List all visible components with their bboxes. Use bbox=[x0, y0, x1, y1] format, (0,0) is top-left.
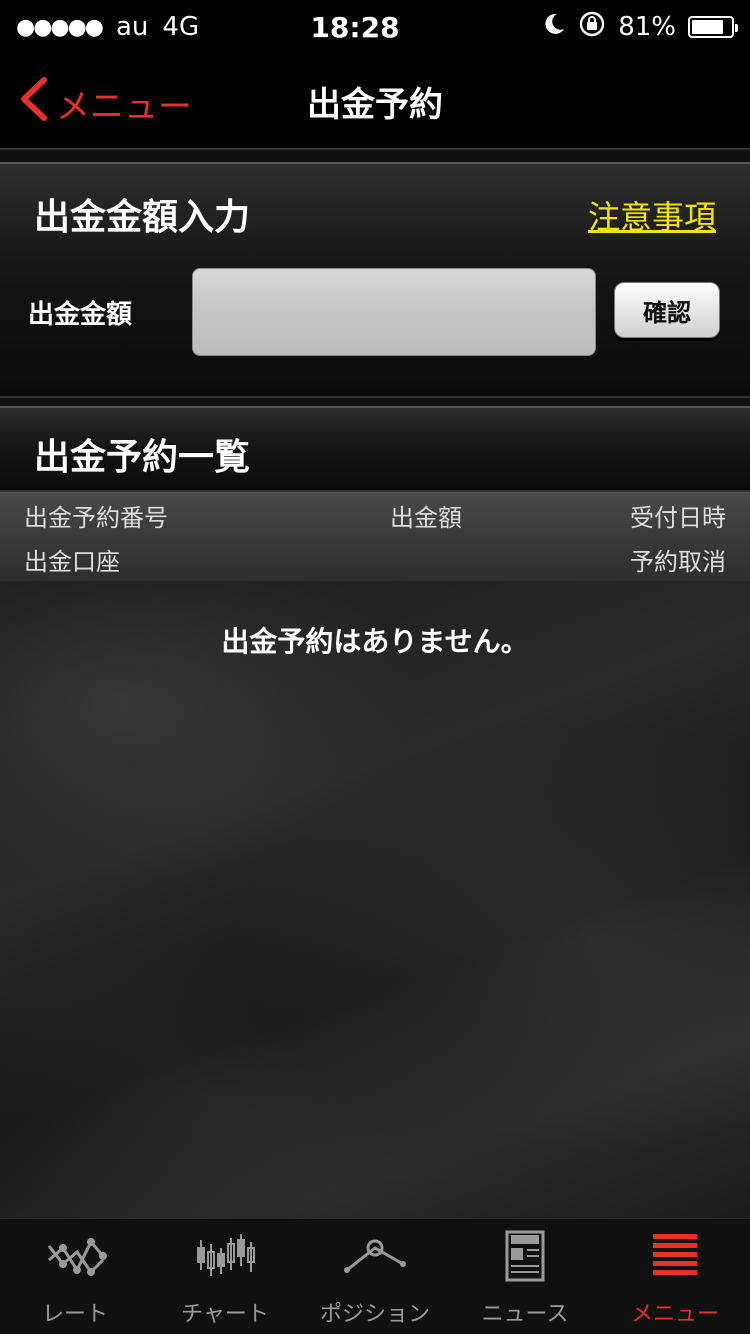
rate-icon bbox=[43, 1230, 107, 1284]
tab-label: ポジション bbox=[319, 1302, 430, 1327]
background-swirl bbox=[0, 580, 750, 1220]
column-cancel: 予約取消 bbox=[630, 547, 726, 576]
status-bar: ●●●●● au 4G 18:28 81% bbox=[0, 0, 750, 54]
reservation-list-title: 出金予約一覧 bbox=[34, 437, 251, 478]
battery-icon bbox=[688, 16, 738, 38]
reservation-table-header: 出金予約番号 出金額 受付日時 出金口座 予約取消 bbox=[0, 492, 750, 581]
navigation-bar: メニュー 出金予約 bbox=[0, 54, 750, 150]
column-received-datetime: 受付日時 bbox=[630, 503, 726, 532]
amount-section-title: 出金金額入力 bbox=[34, 197, 251, 238]
tab-news[interactable]: ニュース bbox=[450, 1219, 600, 1334]
status-right: 81% bbox=[434, 10, 738, 45]
tab-chart[interactable]: チャート bbox=[150, 1219, 300, 1334]
tab-label: チャート bbox=[181, 1302, 269, 1327]
network-type: 4G bbox=[162, 12, 200, 42]
status-time: 18:28 bbox=[310, 10, 400, 44]
reservation-list-panel: 出金予約一覧 bbox=[0, 406, 750, 492]
notice-link[interactable]: 注意事項 bbox=[588, 192, 716, 238]
amount-input[interactable] bbox=[192, 268, 596, 356]
battery-percent: 81% bbox=[618, 12, 676, 42]
column-amount: 出金額 bbox=[390, 503, 462, 532]
empty-list-message: 出金予約はありません。 bbox=[221, 625, 529, 658]
carrier-name: au bbox=[115, 12, 149, 42]
table-header-row: 出金予約番号 出金額 受付日時 bbox=[0, 493, 750, 537]
back-button-label: メニュー bbox=[56, 87, 192, 127]
table-header-row: 出金口座 予約取消 bbox=[0, 537, 750, 581]
tab-label: レート bbox=[41, 1302, 108, 1327]
back-button[interactable]: メニュー bbox=[18, 76, 192, 131]
page-title: 出金予約 bbox=[307, 84, 443, 125]
position-icon bbox=[343, 1230, 407, 1284]
battery-fill bbox=[692, 20, 723, 34]
news-icon bbox=[493, 1230, 557, 1284]
column-reservation-number: 出金予約番号 bbox=[24, 503, 168, 532]
confirm-button[interactable]: 確認 bbox=[614, 282, 720, 338]
rotation-lock-icon bbox=[578, 10, 606, 45]
tab-rate[interactable]: レート bbox=[0, 1219, 150, 1334]
moon-icon bbox=[542, 12, 566, 43]
candlestick-chart-icon bbox=[193, 1230, 257, 1284]
menu-list-icon bbox=[643, 1230, 707, 1284]
amount-input-panel: 出金金額入力 注意事項 出金金額 確認 bbox=[0, 162, 750, 398]
amount-label: 出金金額 bbox=[28, 300, 133, 330]
tab-bar: レート チャート ポジション ニュース メニュー bbox=[0, 1218, 750, 1334]
chevron-left-icon bbox=[18, 76, 48, 131]
column-account: 出金口座 bbox=[24, 547, 120, 576]
signal-dots: ●●●●● bbox=[16, 14, 104, 40]
tab-position[interactable]: ポジション bbox=[300, 1219, 450, 1334]
status-left: ●●●●● au 4G bbox=[16, 12, 316, 42]
screen: ●●●●● au 4G 18:28 81% メニュー 出金予約 出金金額入力 注… bbox=[0, 0, 750, 1334]
tab-label: メニュー bbox=[630, 1302, 719, 1327]
tab-label: ニュース bbox=[481, 1302, 569, 1327]
tab-menu[interactable]: メニュー bbox=[600, 1219, 750, 1334]
